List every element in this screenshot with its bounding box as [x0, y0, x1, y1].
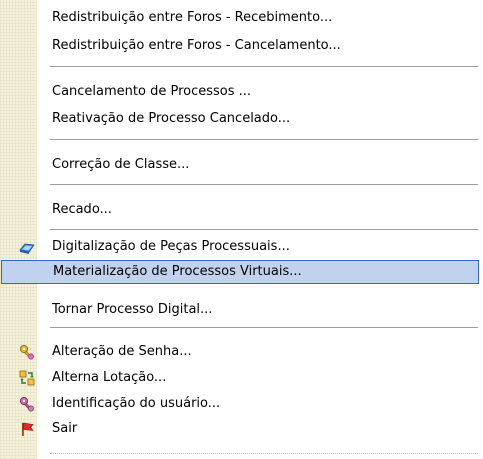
- menu-item-digitalizacao-pecas[interactable]: Digitalização de Peças Processuais...: [0, 235, 483, 259]
- context-menu: Redistribuição entre Foros - Recebimento…: [0, 0, 483, 459]
- menu-item-label: Recado...: [52, 202, 112, 217]
- menu-bottom-border: [50, 453, 478, 454]
- menu-item-label: Identificação do usuário...: [52, 396, 221, 411]
- menu-item-reativacao-processo[interactable]: Reativação de Processo Cancelado...: [0, 107, 483, 131]
- exit-flag-icon: [19, 421, 35, 437]
- menu-item-materializacao-processos[interactable]: Materialização de Processos Virtuais...: [1, 260, 479, 284]
- menu-item-label: Alterna Lotação...: [52, 370, 167, 385]
- menu-item-label: Redistribuição entre Foros - Cancelament…: [52, 38, 341, 53]
- menu-item-alterna-lotacao[interactable]: Alterna Lotação...: [0, 366, 483, 390]
- menu-item-label: Correção de Classe...: [52, 157, 190, 172]
- menu-separator: [50, 229, 478, 230]
- menu-item-label: Sair: [52, 421, 78, 436]
- menu-separator: [50, 184, 478, 185]
- menu-item-alteracao-senha[interactable]: Alteração de Senha...: [0, 340, 483, 364]
- menu-item-recado[interactable]: Recado...: [0, 198, 483, 222]
- menu-item-label: Cancelamento de Processos ...: [52, 84, 252, 99]
- menu-item-redistribuicao-cancelamento[interactable]: Redistribuição entre Foros - Cancelament…: [0, 34, 483, 58]
- menu-item-label: Redistribuição entre Foros - Recebimento…: [52, 10, 333, 25]
- key-icon: [19, 344, 35, 360]
- scanner-icon: [19, 239, 35, 255]
- menu-item-label: Tornar Processo Digital...: [52, 302, 213, 317]
- menu-item-correcao-classe[interactable]: Correção de Classe...: [0, 153, 483, 177]
- menu-item-sair[interactable]: Sair: [0, 417, 483, 441]
- user-id-key-icon: [19, 396, 35, 412]
- menu-icon-gutter: [0, 0, 37, 459]
- menu-separator: [50, 139, 478, 140]
- menu-item-label: Materialização de Processos Virtuais...: [53, 264, 302, 279]
- menu-item-label: Digitalização de Peças Processuais...: [52, 239, 290, 254]
- menu-separator: [50, 66, 478, 67]
- switch-lotacao-icon: [19, 370, 35, 386]
- menu-item-redistribuicao-recebimento[interactable]: Redistribuição entre Foros - Recebimento…: [0, 6, 483, 30]
- menu-item-cancelamento-processos[interactable]: Cancelamento de Processos ...: [0, 80, 483, 104]
- menu-item-label: Alteração de Senha...: [52, 344, 192, 359]
- menu-separator: [50, 327, 478, 328]
- menu-item-identificacao-usuario[interactable]: Identificação do usuário...: [0, 392, 483, 416]
- menu-item-tornar-processo-digital[interactable]: Tornar Processo Digital...: [0, 298, 483, 322]
- menu-item-label: Reativação de Processo Cancelado...: [52, 111, 291, 126]
